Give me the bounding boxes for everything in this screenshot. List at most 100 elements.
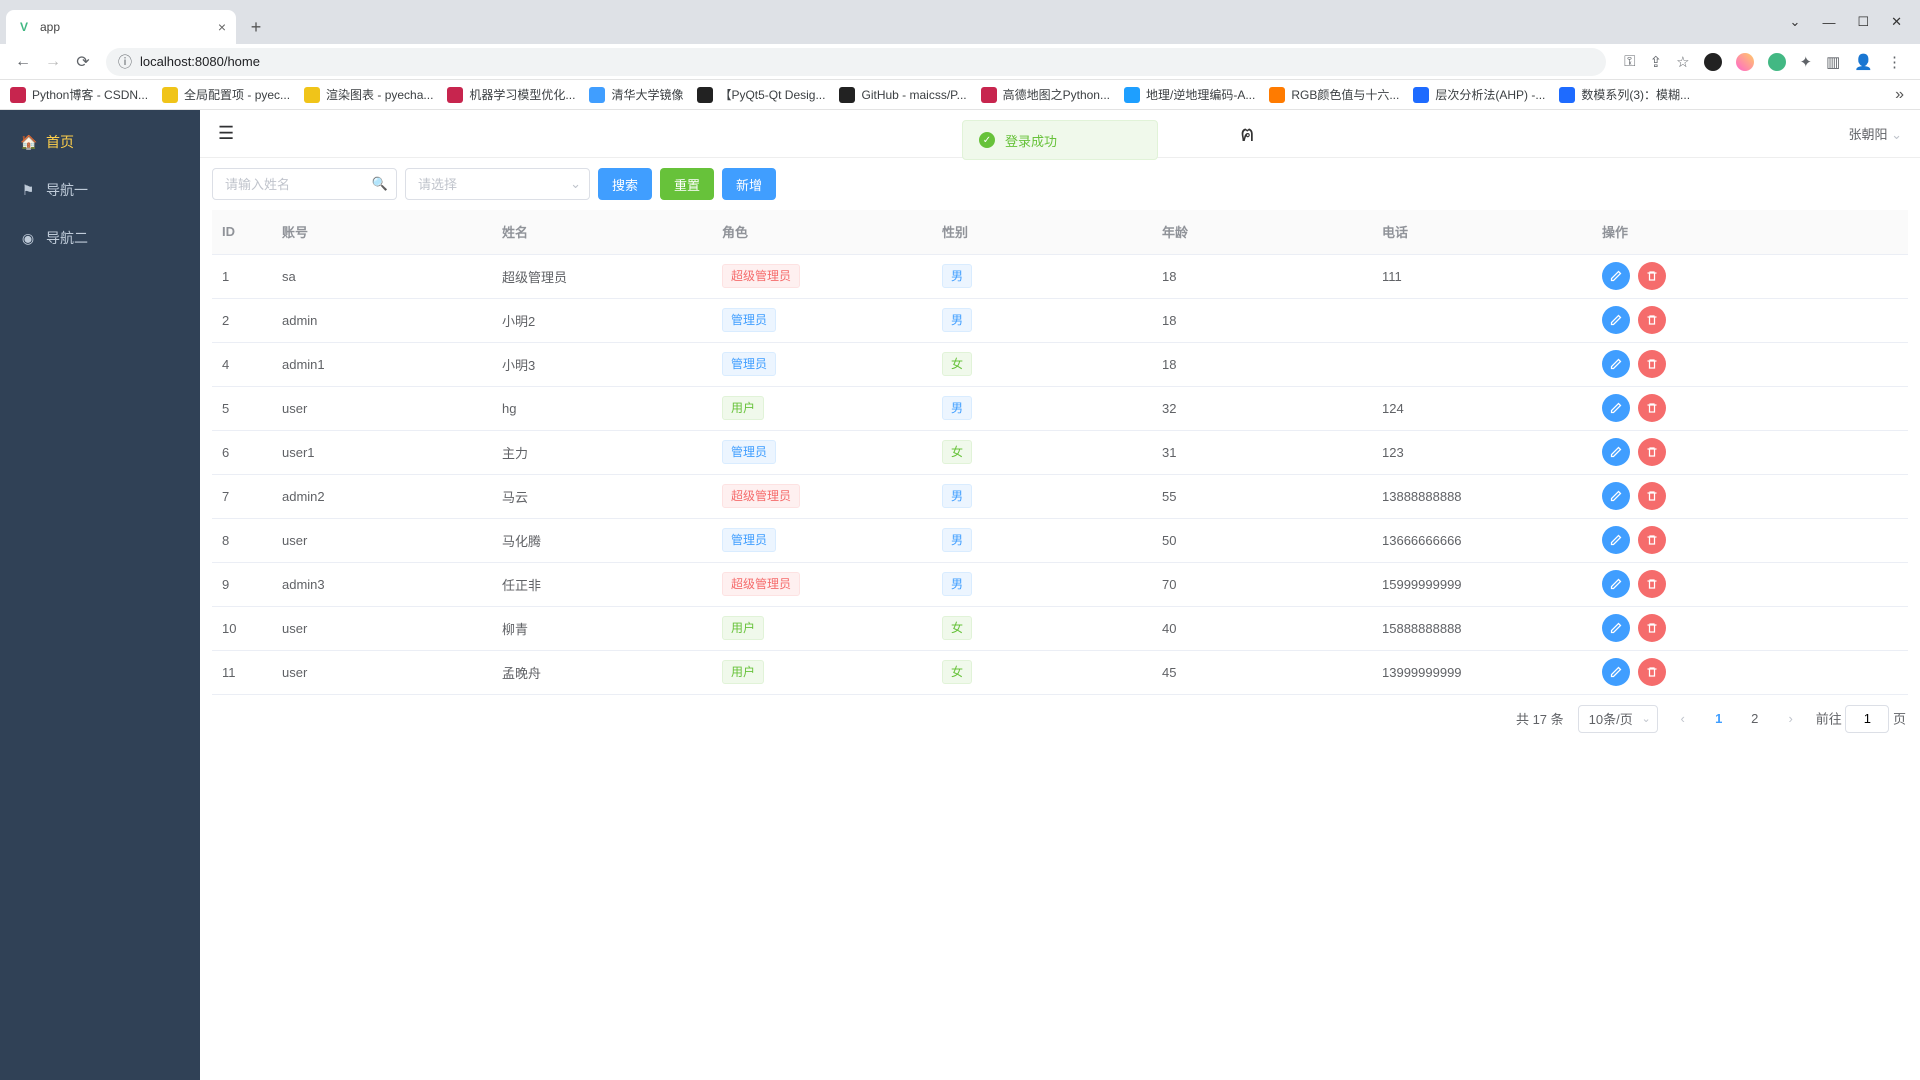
bookmark-item[interactable]: 机器学习模型优化...: [447, 86, 575, 103]
next-page-button[interactable]: ›: [1780, 705, 1802, 733]
cell-sex: 男: [932, 298, 1152, 342]
cell-account: user1: [272, 430, 492, 474]
prev-page-button[interactable]: ‹: [1672, 705, 1694, 733]
bookmark-label: 渲染图表 - pyecha...: [326, 86, 433, 103]
extension-icon[interactable]: [1736, 53, 1754, 71]
delete-button[interactable]: [1638, 262, 1666, 290]
delete-button[interactable]: [1638, 350, 1666, 378]
edit-button[interactable]: [1602, 262, 1630, 290]
filter-toolbar: 🔍 ⌄ 搜索 重置 新增: [200, 158, 1920, 210]
address-bar[interactable]: ⓘ localhost:8080/home: [106, 48, 1606, 76]
minimize-icon[interactable]: —: [1822, 15, 1835, 30]
sidebar-item[interactable]: 🏠首页: [0, 118, 200, 166]
table-row: 10user柳青用户女4015888888888: [212, 606, 1908, 650]
kebab-menu-icon[interactable]: ⋮: [1887, 53, 1902, 71]
user-menu[interactable]: 张朝阳 ⌄: [1848, 124, 1902, 143]
page-size-select[interactable]: 10条/页⌄: [1578, 705, 1658, 733]
bookmark-favicon: [981, 87, 997, 103]
bookmark-favicon: [10, 87, 26, 103]
table-row: 8user马化腾管理员男5013666666666: [212, 518, 1908, 562]
reset-button[interactable]: 重置: [660, 168, 714, 200]
edit-button[interactable]: [1602, 394, 1630, 422]
bookmark-label: 高德地图之Python...: [1003, 86, 1110, 103]
delete-button[interactable]: [1638, 570, 1666, 598]
bookmark-item[interactable]: RGB颜色值与十六...: [1269, 86, 1399, 103]
cell-tel: 123: [1372, 430, 1592, 474]
close-tab-icon[interactable]: ×: [218, 19, 226, 35]
delete-button[interactable]: [1638, 306, 1666, 334]
cell-account: user: [272, 606, 492, 650]
edit-button[interactable]: [1602, 614, 1630, 642]
bookmark-item[interactable]: 高德地图之Python...: [981, 86, 1110, 103]
cell-account: admin: [272, 298, 492, 342]
sex-tag: 男: [942, 396, 972, 420]
jump-input[interactable]: [1845, 705, 1889, 733]
bookmark-label: 数模系列(3)：模糊...: [1581, 86, 1690, 103]
cell-role: 管理员: [712, 430, 932, 474]
bookmark-item[interactable]: 清华大学镜像: [589, 86, 683, 103]
cell-account: sa: [272, 254, 492, 298]
add-button[interactable]: 新增: [722, 168, 776, 200]
edit-button[interactable]: [1602, 658, 1630, 686]
profile-avatar[interactable]: 👤: [1854, 53, 1873, 71]
cell-name: 任正非: [492, 562, 712, 606]
bookmark-favicon: [1413, 87, 1429, 103]
page-number[interactable]: 1: [1708, 705, 1730, 733]
bookmark-label: 清华大学镜像: [611, 86, 683, 103]
site-info-icon[interactable]: ⓘ: [118, 52, 132, 72]
bookmark-item[interactable]: 【PyQt5-Qt Desig...: [697, 86, 825, 103]
delete-button[interactable]: [1638, 658, 1666, 686]
bookmark-item[interactable]: 数模系列(3)：模糊...: [1559, 86, 1690, 103]
sidebar-item[interactable]: ◉导航二: [0, 214, 200, 262]
edit-button[interactable]: [1602, 526, 1630, 554]
extension-icon[interactable]: [1704, 53, 1722, 71]
key-icon[interactable]: ⚿: [1624, 53, 1635, 70]
sidepanel-icon[interactable]: ▥: [1826, 53, 1840, 71]
bookmarks-overflow-icon[interactable]: »: [1895, 86, 1910, 104]
bookmark-item[interactable]: 地理/逆地理编码-A...: [1124, 86, 1255, 103]
collapse-sidebar-button[interactable]: ☰: [218, 123, 234, 144]
close-window-icon[interactable]: ✕: [1891, 14, 1902, 30]
delete-button[interactable]: [1638, 482, 1666, 510]
delete-button[interactable]: [1638, 438, 1666, 466]
bookmark-favicon: [1124, 87, 1140, 103]
page-number[interactable]: 2: [1744, 705, 1766, 733]
cell-age: 31: [1152, 430, 1372, 474]
sidebar-item-label: 首页: [46, 132, 74, 152]
vue-devtools-icon[interactable]: [1768, 53, 1786, 71]
browser-tab[interactable]: V app ×: [6, 10, 236, 44]
name-search-input[interactable]: 🔍: [212, 168, 397, 200]
search-icon[interactable]: 🔍: [372, 176, 388, 192]
back-button[interactable]: ←: [8, 47, 38, 77]
bookmark-label: 层次分析法(AHP) -...: [1435, 86, 1545, 103]
extensions-icon[interactable]: ✦: [1800, 53, 1813, 71]
delete-button[interactable]: [1638, 526, 1666, 554]
search-button[interactable]: 搜索: [598, 168, 652, 200]
cell-role: 用户: [712, 386, 932, 430]
star-icon[interactable]: ☆: [1676, 53, 1689, 71]
sidebar-item[interactable]: ⚑导航一: [0, 166, 200, 214]
forward-button[interactable]: →: [38, 47, 68, 77]
bookmark-label: GitHub - maicss/P...: [861, 88, 966, 102]
reload-button[interactable]: ⟳: [68, 47, 98, 77]
maximize-icon[interactable]: ☐: [1857, 14, 1869, 30]
delete-button[interactable]: [1638, 614, 1666, 642]
bookmark-item[interactable]: 层次分析法(AHP) -...: [1413, 86, 1545, 103]
chevron-down-icon[interactable]: ⌄: [1790, 14, 1801, 30]
bookmark-item[interactable]: 全局配置项 - pyec...: [162, 86, 290, 103]
edit-button[interactable]: [1602, 438, 1630, 466]
edit-button[interactable]: [1602, 570, 1630, 598]
sex-tag: 男: [942, 308, 972, 332]
delete-button[interactable]: [1638, 394, 1666, 422]
edit-button[interactable]: [1602, 306, 1630, 334]
bookmark-item[interactable]: 渲染图表 - pyecha...: [304, 86, 433, 103]
new-tab-button[interactable]: +: [242, 13, 270, 41]
bookmark-item[interactable]: Python博客 - CSDN...: [10, 86, 148, 103]
share-icon[interactable]: ⇪: [1650, 53, 1663, 71]
cell-sex: 男: [932, 474, 1152, 518]
edit-button[interactable]: [1602, 482, 1630, 510]
role-select[interactable]: ⌄: [405, 168, 590, 200]
table-row: 5userhg用户男32124: [212, 386, 1908, 430]
edit-button[interactable]: [1602, 350, 1630, 378]
bookmark-item[interactable]: GitHub - maicss/P...: [839, 87, 966, 103]
